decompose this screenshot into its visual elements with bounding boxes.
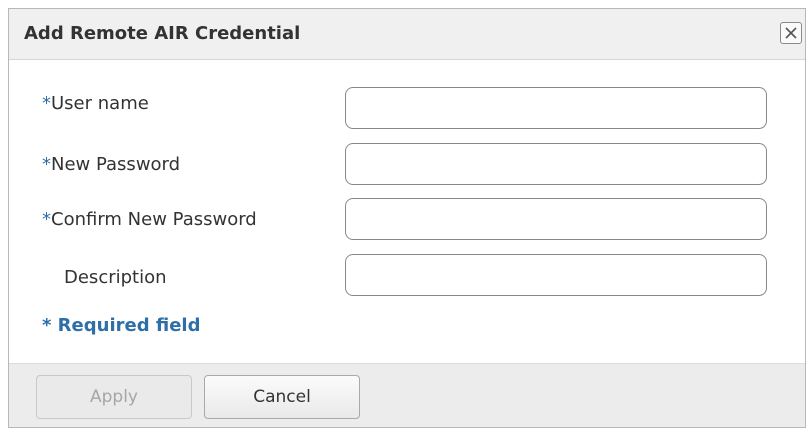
required-marker: *	[42, 209, 51, 230]
cancel-button[interactable]: Cancel	[204, 375, 360, 419]
required-field-note: * Required field	[42, 315, 201, 336]
confirm-password-input[interactable]	[345, 198, 767, 240]
new-password-input[interactable]	[345, 143, 767, 185]
dialog-footer: Apply Cancel	[9, 363, 805, 427]
description-label: Description	[64, 267, 167, 288]
description-input[interactable]	[345, 254, 767, 296]
close-button[interactable]	[780, 22, 802, 44]
required-marker: *	[42, 154, 51, 175]
confirm-password-label: *Confirm New Password	[42, 209, 257, 230]
dialog-title: Add Remote AIR Credential	[24, 23, 301, 44]
close-icon	[785, 27, 797, 39]
user-name-label-text: User name	[51, 93, 149, 114]
confirm-password-label-text: Confirm New Password	[51, 209, 257, 230]
add-credential-dialog: Add Remote AIR Credential *User name *Ne…	[8, 8, 806, 428]
user-name-label: *User name	[42, 93, 149, 114]
new-password-label-text: New Password	[51, 154, 181, 175]
apply-button[interactable]: Apply	[36, 375, 192, 419]
new-password-label: *New Password	[42, 154, 180, 175]
required-marker: *	[42, 93, 51, 114]
dialog-titlebar: Add Remote AIR Credential	[9, 9, 805, 60]
user-name-input[interactable]	[345, 87, 767, 129]
